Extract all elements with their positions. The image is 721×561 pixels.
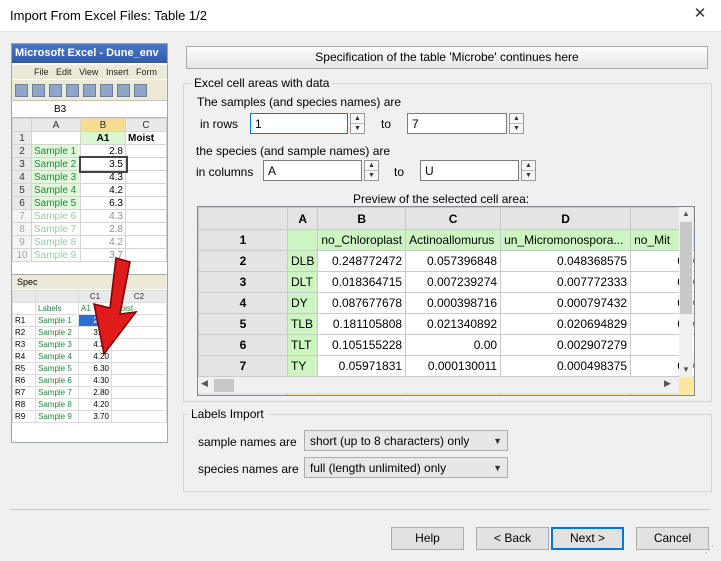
window-title: Import From Excel Files: Table 1/2	[10, 8, 207, 23]
species-names-select[interactable]: full (length unlimited) only ▼	[304, 457, 508, 478]
preview-col-header: B	[317, 207, 407, 230]
rows-from-stepper[interactable]: ▲ ▼	[350, 113, 365, 134]
excel-toolbar-icon	[117, 84, 130, 97]
excel-col-header: A	[31, 118, 81, 132]
resize-grip-icon[interactable]: ⋰	[705, 545, 717, 558]
cell-areas-group-label: Excel cell areas with data	[191, 76, 333, 90]
labels-import-group	[183, 414, 712, 492]
cancel-button[interactable]: Cancel	[636, 527, 709, 550]
excel-col-header: C	[125, 118, 167, 132]
excel-toolbar-icon	[134, 84, 147, 97]
labels-import-label: Labels Import	[188, 407, 267, 421]
spin-down-icon[interactable]: ▼	[351, 124, 364, 133]
excel-toolbar-icon	[15, 84, 28, 97]
to-label: to	[381, 117, 392, 131]
cols-to-stepper[interactable]: ▲ ▼	[521, 160, 536, 181]
spin-up-icon[interactable]: ▲	[365, 161, 378, 171]
excel-toolbar-icon	[66, 84, 79, 97]
help-button[interactable]: Help	[391, 527, 464, 550]
spec-continues-button[interactable]: Specification of the table 'Microbe' con…	[186, 46, 708, 69]
species-names-label: species names are	[198, 462, 299, 476]
excel-toolbar-icon	[32, 84, 45, 97]
cols-from-stepper[interactable]: ▲ ▼	[364, 160, 379, 181]
horizontal-scroll-thumb[interactable]	[214, 379, 234, 392]
red-arrow-icon	[93, 257, 138, 356]
scroll-down-icon[interactable]: ▼	[682, 365, 690, 374]
excel-menu-view: View	[79, 67, 99, 77]
spin-up-icon[interactable]: ▲	[522, 161, 535, 171]
chevron-down-icon: ▼	[493, 463, 502, 473]
table-row: 2 DLB 0.248772472 0.057396848 0.04836857…	[198, 250, 694, 272]
close-icon[interactable]: ✕	[690, 4, 710, 24]
excel-menu-insert: Insert	[105, 67, 129, 77]
next-button[interactable]: Next >	[551, 527, 624, 550]
title-bar: Import From Excel Files: Table 1/2 ✕	[0, 0, 721, 32]
excel-preview-image: Microsoft Excel - Dune_env File Edit Vie…	[11, 43, 168, 443]
table-row: 3 DLT 0.018364715 0.007239274 0.00777233…	[198, 271, 694, 293]
excel-name-box: B3	[12, 102, 167, 118]
samples-label: The samples (and species names) are	[197, 95, 402, 109]
species-label: the species (and sample names) are	[196, 144, 391, 158]
in-columns-label: in columns	[196, 165, 254, 179]
sample-names-label: sample names are	[198, 435, 297, 449]
spin-up-icon[interactable]: ▲	[351, 114, 364, 124]
excel-grid: A B C 1 A1 Moist 2 Sample 1 2.8 3 Sample 23…	[12, 118, 167, 262]
spin-up-icon[interactable]: ▲	[510, 114, 523, 124]
back-button[interactable]: < Back	[476, 527, 549, 550]
in-rows-label: in rows	[200, 117, 239, 131]
table-row: 5 TLB 0.181105808 0.021340892 0.02069482…	[198, 313, 694, 335]
preview-col-header: D	[500, 207, 632, 230]
table-row: 6 TLT 0.105155228 0.00 0.002907279 0.	[198, 334, 694, 356]
excel-menu-format: Form	[135, 67, 157, 77]
excel-menu-edit: Edit	[56, 67, 72, 77]
preview-horizontal-scrollbar[interactable]: ◀ ▶	[198, 377, 679, 393]
preview-label: Preview of the selected cell area:	[353, 192, 530, 206]
vertical-scroll-thumb[interactable]	[680, 222, 692, 314]
scroll-left-icon[interactable]: ◀	[201, 378, 208, 389]
rows-to-stepper[interactable]: ▲ ▼	[509, 113, 524, 134]
to-label: to	[394, 165, 405, 179]
preview-table-area[interactable]: A B C D 1 no_Chloroplast Actinoallomurus…	[197, 206, 695, 396]
excel-toolbar	[12, 80, 167, 101]
table-row: 7 TY 0.05971831 0.000130011 0.000498375 …	[198, 355, 694, 377]
preview-col-header: A	[286, 207, 319, 230]
preview-table: A B C D 1 no_Chloroplast Actinoallomurus…	[198, 207, 694, 395]
excel-toolbar-icon	[49, 84, 62, 97]
cols-to-input[interactable]: U	[420, 160, 519, 181]
sample-names-select[interactable]: short (up to 8 characters) only ▼	[304, 430, 508, 451]
excel-toolbar-icon	[83, 84, 96, 97]
excel-col-header: B	[80, 118, 126, 132]
cols-from-input[interactable]: A	[263, 160, 362, 181]
spin-down-icon[interactable]: ▼	[365, 171, 378, 180]
spin-down-icon[interactable]: ▼	[510, 124, 523, 133]
excel-menu-bar: File Edit View Insert Form	[12, 65, 167, 79]
table-row: 1 no_Chloroplast Actinoallomurus un_Micr…	[198, 229, 694, 251]
table-row: 4 DY 0.087677678 0.000398716 0.000797432…	[198, 292, 694, 314]
excel-toolbar-icon	[100, 84, 113, 97]
excel-menu-file: File	[34, 67, 49, 77]
chevron-down-icon: ▼	[493, 436, 502, 446]
scroll-up-icon[interactable]: ▲	[682, 209, 690, 218]
rows-from-input[interactable]: 1	[250, 113, 348, 134]
scroll-right-icon[interactable]: ▶	[664, 378, 671, 389]
excel-app-title: Microsoft Excel - Dune_env	[12, 44, 167, 63]
preview-col-header: C	[405, 207, 502, 230]
spin-down-icon[interactable]: ▼	[522, 171, 535, 180]
rows-to-input[interactable]: 7	[407, 113, 507, 134]
footer-divider	[10, 509, 710, 510]
